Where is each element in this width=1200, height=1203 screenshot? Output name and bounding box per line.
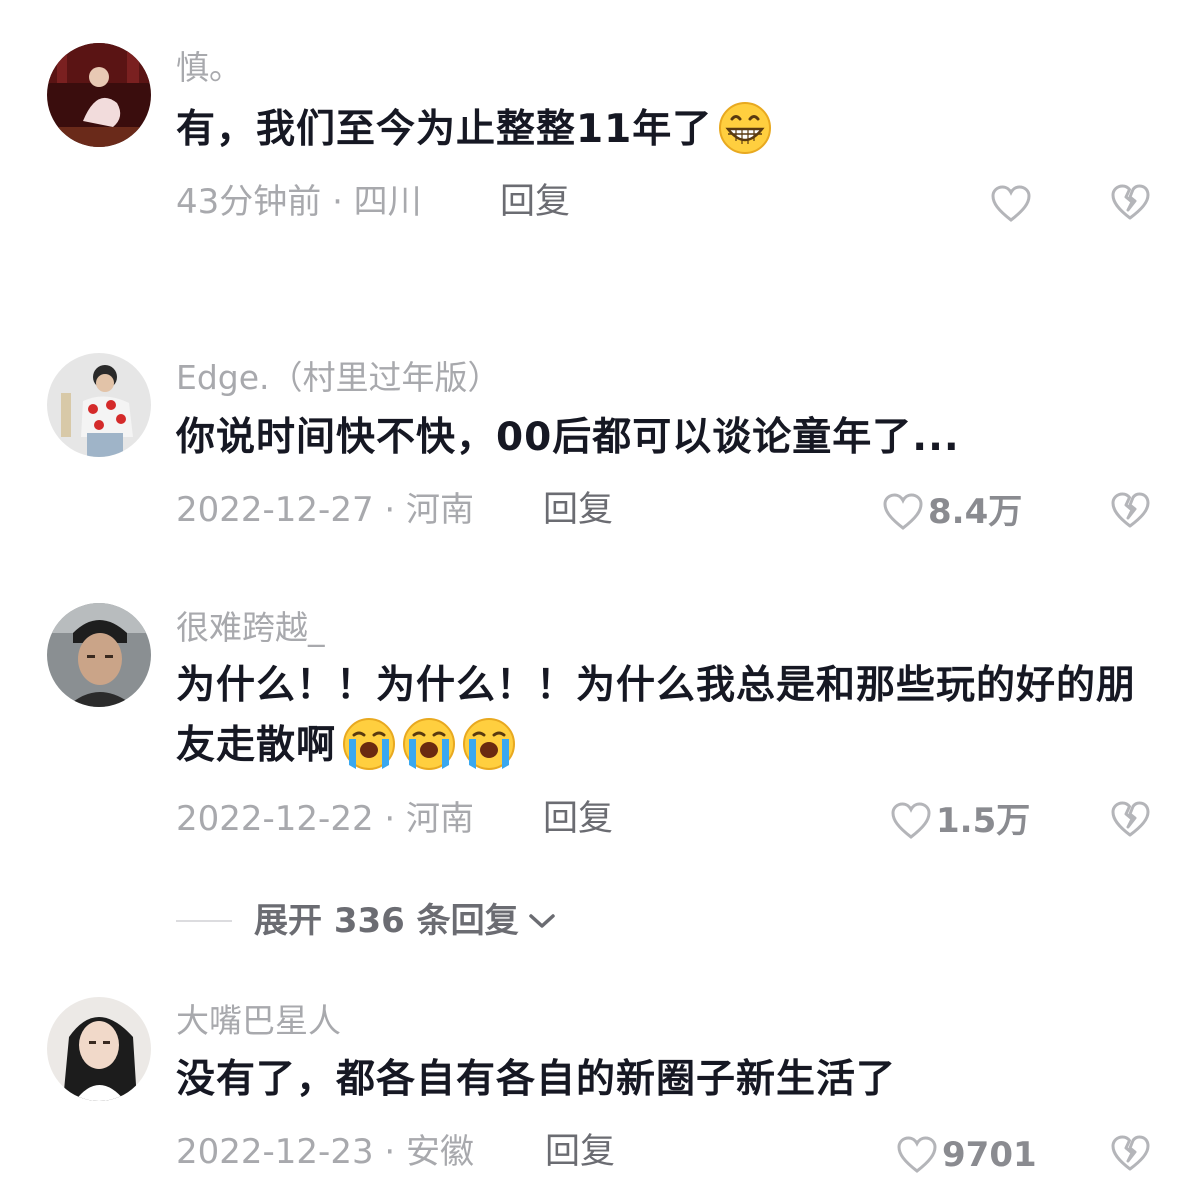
like-count: 8.4万 (928, 492, 1023, 532)
comment-text: 你说时间快不快，00后都可以谈论童年了... (176, 408, 1156, 468)
avatar[interactable] (47, 603, 151, 707)
dislike-button[interactable] (1110, 800, 1150, 840)
reply-button[interactable]: 回复 (543, 797, 613, 841)
like-button[interactable]: 8.4万 (882, 490, 1022, 534)
broken-heart-icon (1111, 801, 1150, 837)
dislike-button[interactable] (1110, 183, 1150, 223)
heart-outline-icon (991, 185, 1031, 222)
username[interactable]: 很难跨越_ (176, 608, 325, 648)
like-button[interactable]: 9701 (896, 1133, 1037, 1177)
heart-outline-icon (883, 493, 923, 530)
avatar[interactable] (47, 997, 151, 1101)
loudly-crying-face-emoji (462, 717, 516, 771)
comment-text: 有，我们至今为止整整11年了 (176, 100, 1156, 160)
like-button[interactable]: 1.5万 (890, 799, 1030, 843)
timestamp-location: 43分钟前 · 四川 (176, 182, 422, 222)
loudly-crying-face-emoji (342, 717, 396, 771)
reply-button[interactable]: 回复 (545, 1130, 615, 1174)
comment-text: 为什么！！为什么！！为什么我总是和那些玩的好的朋友走散啊 (176, 656, 1156, 776)
grinning-face-emoji (718, 101, 772, 155)
comment-text-body: 没有了，都各自有各自的新圈子新生活了 (176, 1057, 897, 1102)
comment-text-body: 有，我们至今为止整整11年了 (176, 107, 713, 152)
username[interactable]: 慎。 (176, 48, 242, 88)
divider (176, 920, 232, 922)
like-count: 9701 (942, 1135, 1037, 1175)
expand-replies-button[interactable]: 展开 336 条回复 (176, 898, 557, 944)
like-button[interactable] (990, 182, 1036, 226)
broken-heart-icon (1111, 184, 1150, 220)
reply-button[interactable]: 回复 (543, 488, 613, 532)
avatar[interactable] (47, 353, 151, 457)
heart-outline-icon (897, 1136, 937, 1173)
username[interactable]: 大嘴巴星人 (176, 1001, 341, 1041)
heart-outline-icon (891, 802, 931, 839)
dislike-button[interactable] (1110, 1134, 1150, 1174)
comment-text: 没有了，都各自有各自的新圈子新生活了 (176, 1050, 1156, 1110)
dislike-button[interactable] (1110, 491, 1150, 531)
broken-heart-icon (1111, 492, 1150, 528)
comment-text-body: 你说时间快不快，00后都可以谈论童年了... (176, 415, 960, 460)
comment-text-body: 为什么！！为什么！！为什么我总是和那些玩的好的朋友走散啊 (176, 663, 1137, 768)
avatar[interactable] (47, 43, 151, 147)
timestamp-location: 2022-12-23 · 安徽 (176, 1132, 475, 1172)
expand-replies-label: 展开 336 条回复 (254, 901, 519, 941)
timestamp-location: 2022-12-27 · 河南 (176, 490, 475, 530)
reply-button[interactable]: 回复 (500, 180, 570, 224)
loudly-crying-face-emoji (402, 717, 456, 771)
chevron-down-icon (528, 914, 555, 928)
username[interactable]: Edge.（村里过年版） (176, 358, 501, 398)
timestamp-location: 2022-12-22 · 河南 (176, 799, 475, 839)
broken-heart-icon (1111, 1135, 1150, 1171)
like-count: 1.5万 (936, 801, 1031, 841)
